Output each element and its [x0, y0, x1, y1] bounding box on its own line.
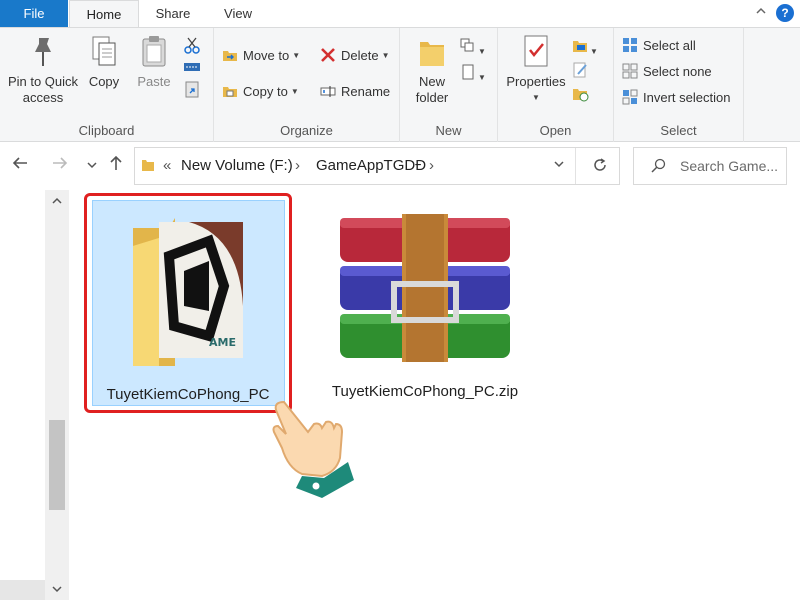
- move-to-button[interactable]: Move to ▼: [222, 46, 300, 66]
- ribbon: Pin to Quick access Copy Paste Clipboard…: [0, 27, 800, 142]
- rename-button[interactable]: Rename: [320, 82, 390, 102]
- select-group: Select all Select none Invert selection …: [614, 28, 744, 142]
- easy-access-icon[interactable]: ▼: [460, 64, 486, 90]
- new-folder-icon: [416, 34, 448, 70]
- rename-label: Rename: [341, 84, 391, 99]
- new-group-label: New: [435, 123, 462, 138]
- scroll-down-icon[interactable]: [45, 580, 69, 600]
- new-folder-button[interactable]: New folder: [408, 32, 456, 106]
- vertical-scrollbar[interactable]: [45, 190, 69, 600]
- delete-label: Delete: [341, 48, 379, 63]
- new-folder-label-line2: folder: [415, 90, 449, 105]
- pin-label-line2: access: [22, 90, 64, 105]
- address-divider: [575, 148, 576, 184]
- tab-share[interactable]: Share: [140, 0, 206, 27]
- delete-x-icon: [320, 47, 336, 63]
- paste-button[interactable]: Paste: [132, 32, 176, 90]
- new-item-icon[interactable]: ▼: [460, 38, 486, 64]
- pointing-hand-icon: [262, 388, 362, 503]
- edit-icon[interactable]: [572, 62, 598, 86]
- zip-file-item[interactable]: TuyetKiemCoPhong_PC.zip: [320, 200, 530, 410]
- navigation-pane-edge: [0, 580, 45, 600]
- copy-button[interactable]: Copy: [84, 32, 124, 90]
- new-group: New folder ▼ ▼ New: [400, 28, 498, 142]
- address-overflow-chevron[interactable]: «: [163, 148, 171, 184]
- select-all-label: Select all: [643, 38, 696, 53]
- scroll-thumb[interactable]: [49, 420, 65, 510]
- select-none-label: Select none: [643, 64, 712, 79]
- tab-view[interactable]: View: [206, 0, 270, 27]
- clipboard-small-icons: [183, 36, 203, 102]
- properties-button[interactable]: Properties ▼: [504, 32, 568, 106]
- copy-to-button[interactable]: Copy to ▼: [222, 82, 299, 102]
- paste-label: Paste: [137, 74, 171, 89]
- breadcrumb-separator-icon: ›: [429, 157, 434, 174]
- invert-selection-icon: [622, 89, 638, 105]
- clipboard-group: Pin to Quick access Copy Paste Clipboard: [0, 28, 214, 142]
- move-to-icon: [222, 47, 238, 63]
- ribbon-tab-bar: File Home Share View ?: [0, 0, 800, 28]
- address-bar[interactable]: « New Volume (F:) › GameAppTGDĐ ›: [134, 147, 620, 185]
- folder-item[interactable]: AME TuyetKiemCoPhong_PC: [84, 193, 292, 413]
- move-to-label: Move to: [243, 48, 290, 63]
- back-arrow-icon[interactable]: [10, 154, 30, 178]
- breadcrumb-new-volume[interactable]: New Volume (F:): [181, 148, 293, 184]
- search-input[interactable]: [680, 156, 784, 176]
- organize-group-label: Organize: [280, 123, 333, 138]
- copy-path-icon[interactable]: [183, 58, 203, 80]
- file-view: AME TuyetKiemCoPhong_PC TuyetKiemCoPhong…: [0, 190, 800, 600]
- paste-icon: [138, 34, 170, 70]
- breadcrumb-separator-icon: ›: [295, 157, 300, 174]
- game-folder-icon: AME: [129, 216, 253, 369]
- new-small-icons: ▼ ▼: [460, 38, 486, 90]
- svg-text:AME: AME: [209, 336, 236, 349]
- folder-name: TuyetKiemCoPhong_PC: [106, 386, 270, 403]
- copy-to-icon: [222, 83, 238, 99]
- copy-label: Copy: [88, 74, 120, 89]
- open-group-label: Open: [539, 123, 572, 138]
- invert-selection-label: Invert selection: [643, 90, 731, 105]
- up-arrow-icon[interactable]: [106, 154, 126, 178]
- copy-to-label: Copy to: [243, 84, 288, 99]
- select-none-icon: [622, 63, 638, 79]
- minimize-ribbon-icon[interactable]: [752, 4, 770, 22]
- navigation-bar: « New Volume (F:) › GameAppTGDĐ ›: [0, 142, 800, 190]
- open-group: Properties ▼ ▼ Open: [498, 28, 614, 142]
- history-icon[interactable]: [572, 86, 598, 110]
- open-small-icons: ▼: [572, 38, 598, 110]
- organize-group: Move to ▼ Copy to ▼ Delete ▼ Rename Organiz…: [214, 28, 400, 142]
- pin-label-line1: Pin to Quick: [7, 74, 79, 89]
- paste-shortcut-icon[interactable]: [183, 80, 203, 102]
- copy-icon: [88, 34, 120, 70]
- select-all-icon: [622, 37, 638, 53]
- properties-icon: [520, 34, 552, 70]
- properties-caret: ▼: [532, 93, 540, 102]
- search-box[interactable]: [633, 147, 787, 185]
- properties-label: Properties: [506, 74, 566, 89]
- tab-home[interactable]: Home: [69, 0, 139, 28]
- breadcrumb-gameapptgdd[interactable]: GameAppTGDĐ: [316, 148, 426, 184]
- select-all-button[interactable]: Select all: [622, 36, 696, 56]
- winrar-archive-icon: [336, 214, 512, 367]
- help-icon[interactable]: ?: [776, 4, 794, 22]
- pin-to-quick-access-button[interactable]: Pin to Quick access: [4, 32, 82, 106]
- select-none-button[interactable]: Select none: [622, 62, 712, 82]
- search-icon: [650, 158, 666, 177]
- pin-icon: [27, 34, 59, 70]
- scroll-up-icon[interactable]: [45, 192, 69, 212]
- clipboard-group-label: Clipboard: [78, 123, 135, 138]
- select-group-label: Select: [660, 123, 697, 138]
- new-folder-label-line1: New: [418, 74, 445, 89]
- tab-file[interactable]: File: [0, 0, 68, 27]
- invert-selection-button[interactable]: Invert selection: [622, 88, 730, 108]
- delete-button[interactable]: Delete ▼: [320, 46, 390, 66]
- refresh-icon[interactable]: [592, 148, 608, 184]
- address-history-chevron-icon[interactable]: [553, 148, 565, 184]
- forward-arrow-icon[interactable]: [50, 154, 70, 178]
- recent-locations-chevron-icon[interactable]: [82, 154, 102, 178]
- rename-icon: [320, 83, 336, 99]
- address-folder-icon: [141, 148, 155, 184]
- scissors-icon[interactable]: [183, 36, 203, 58]
- open-icon[interactable]: ▼: [572, 38, 598, 62]
